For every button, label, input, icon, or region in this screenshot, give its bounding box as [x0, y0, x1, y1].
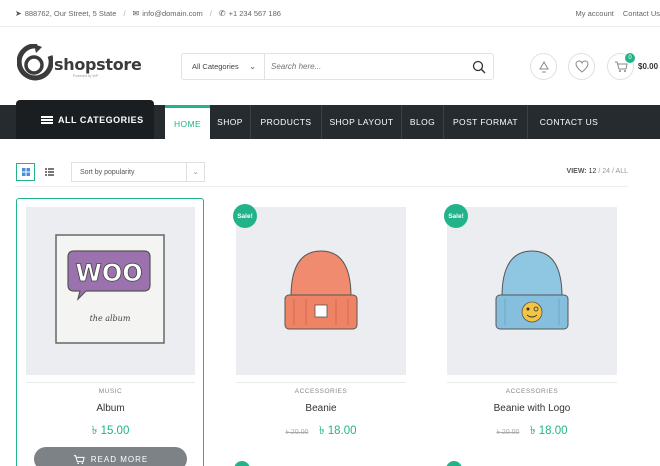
album-art-image: WOO the album	[55, 234, 165, 344]
separator: /	[123, 9, 126, 18]
contact-us-link[interactable]: Contact Us	[623, 9, 660, 18]
sale-badge-next-row	[446, 461, 462, 466]
heart-icon	[574, 60, 589, 73]
view-label: VIEW:	[566, 168, 587, 175]
product-name[interactable]: Beanie with Logo	[447, 403, 617, 414]
nav-item-shop[interactable]: SHOP	[210, 105, 251, 139]
search-icon	[472, 60, 486, 73]
chevron-down-icon: ⌄	[186, 163, 204, 181]
menu-icon	[41, 115, 53, 124]
product-category[interactable]: ACCESSORIES	[447, 388, 617, 395]
logo-mark-icon	[17, 44, 53, 81]
beanie-logo-image	[495, 250, 569, 330]
separator: /	[209, 9, 212, 18]
sale-badge: Sale!	[444, 204, 468, 228]
list-icon	[45, 168, 54, 176]
nav-item-products[interactable]: PRODUCTS	[251, 105, 322, 139]
top-bar: ➤ 888762, Our Street, 5 State / ✉ info@d…	[0, 0, 660, 27]
nav-item-shop-layout[interactable]: SHOP LAYOUT	[322, 105, 402, 139]
price-current: ৳ 18.00	[529, 425, 568, 437]
contact-info: ➤ 888762, Our Street, 5 State / ✉ info@d…	[15, 9, 281, 18]
recycle-icon	[538, 60, 549, 72]
nav-item-post-format[interactable]: POST FORMAT	[444, 105, 528, 139]
product-image-beanie-with-logo[interactable]	[447, 207, 617, 375]
all-categories-button[interactable]: ALL CATEGORIES	[16, 100, 154, 139]
divider	[447, 382, 617, 383]
nav-item-home[interactable]: HOME	[165, 105, 210, 139]
grid-icon	[21, 168, 30, 176]
sort-select[interactable]: Sort by popularity ⌄	[71, 162, 205, 182]
cart-count-badge: 0	[625, 53, 635, 63]
view-option-12[interactable]: 12	[589, 168, 597, 175]
price-current: ৳ 15.00	[91, 425, 130, 437]
beanie-image	[284, 250, 358, 330]
price-current: ৳ 18.00	[318, 425, 357, 437]
my-account-link[interactable]: My account	[576, 9, 614, 18]
location-icon: ➤	[15, 9, 22, 18]
cart-total[interactable]: $0.00	[638, 62, 658, 71]
price-old: ৳ 20.00	[285, 429, 309, 436]
address-text: 888762, Our Street, 5 State	[24, 9, 117, 18]
search-button[interactable]	[465, 54, 493, 79]
mail-icon: ✉	[132, 9, 140, 18]
cart-icon	[614, 61, 628, 72]
read-more-button[interactable]: READ MORE	[34, 447, 187, 466]
product-price: ৳ 20.00 ৳ 18.00	[236, 421, 406, 441]
product-name[interactable]: Beanie	[236, 403, 406, 414]
sale-badge: Sale!	[233, 204, 257, 228]
phone-icon: ✆	[218, 9, 226, 18]
category-select[interactable]: All Categories ⌄	[182, 54, 265, 79]
view-option-24[interactable]: 24	[602, 168, 610, 175]
view-option-all[interactable]: ALL	[616, 168, 628, 175]
all-categories-label: ALL CATEGORIES	[58, 114, 144, 125]
separator: /	[598, 168, 601, 175]
product-price: ৳ 20.00 ৳ 18.00	[447, 421, 617, 441]
shop-toolbar: Sort by popularity ⌄ VIEW: 12 / 24 / ALL	[15, 160, 628, 187]
list-view-button[interactable]	[40, 163, 59, 181]
product-image-beanie[interactable]	[236, 207, 406, 375]
product-price: ৳ 15.00	[26, 421, 195, 441]
product-name[interactable]: Album	[26, 403, 195, 414]
woo-badge-text: WOO	[75, 259, 142, 287]
logo-tagline: Powered by WP	[73, 74, 99, 78]
divider	[26, 382, 195, 383]
search-input[interactable]	[265, 54, 465, 79]
site-logo[interactable]: shopstore Powered by WP	[17, 44, 142, 84]
album-caption-text: the album	[90, 314, 131, 323]
wishlist-button[interactable]	[568, 53, 595, 80]
email-text[interactable]: info@domain.com	[142, 9, 203, 18]
compare-button[interactable]	[530, 53, 557, 80]
product-category[interactable]: MUSIC	[26, 388, 195, 395]
separator: /	[612, 168, 614, 175]
sale-badge-next-row	[234, 461, 250, 466]
nav-item-contact-us[interactable]: CONTACT US	[528, 105, 610, 139]
nav-item-blog[interactable]: BLOG	[402, 105, 444, 139]
cart-icon	[73, 454, 85, 464]
product-category[interactable]: ACCESSORIES	[236, 388, 406, 395]
view-count: VIEW: 12 / 24 / ALL	[567, 168, 628, 175]
product-image-album[interactable]: WOO the album	[26, 207, 195, 375]
chevron-down-icon: ⌄	[249, 62, 256, 71]
phone-text[interactable]: +1 234 567 186	[229, 9, 281, 18]
main-nav: HOME SHOP PRODUCTS SHOP LAYOUT BLOG POST…	[165, 105, 610, 139]
grid-view-button[interactable]	[16, 163, 35, 181]
account-links: My account Contact Us	[576, 9, 660, 18]
search-bar: All Categories ⌄	[181, 53, 494, 80]
category-select-value: All Categories	[192, 62, 239, 71]
sort-select-value: Sort by popularity	[80, 168, 135, 176]
logo-text: shopstore	[54, 54, 142, 74]
divider	[236, 382, 406, 383]
read-more-label: READ MORE	[90, 454, 149, 464]
email-item[interactable]: ✉ info@domain.com	[133, 9, 203, 18]
phone-item[interactable]: ✆ +1 234 567 186	[219, 9, 281, 18]
address-item: ➤ 888762, Our Street, 5 State	[15, 9, 116, 18]
price-old: ৳ 20.00	[496, 429, 520, 436]
